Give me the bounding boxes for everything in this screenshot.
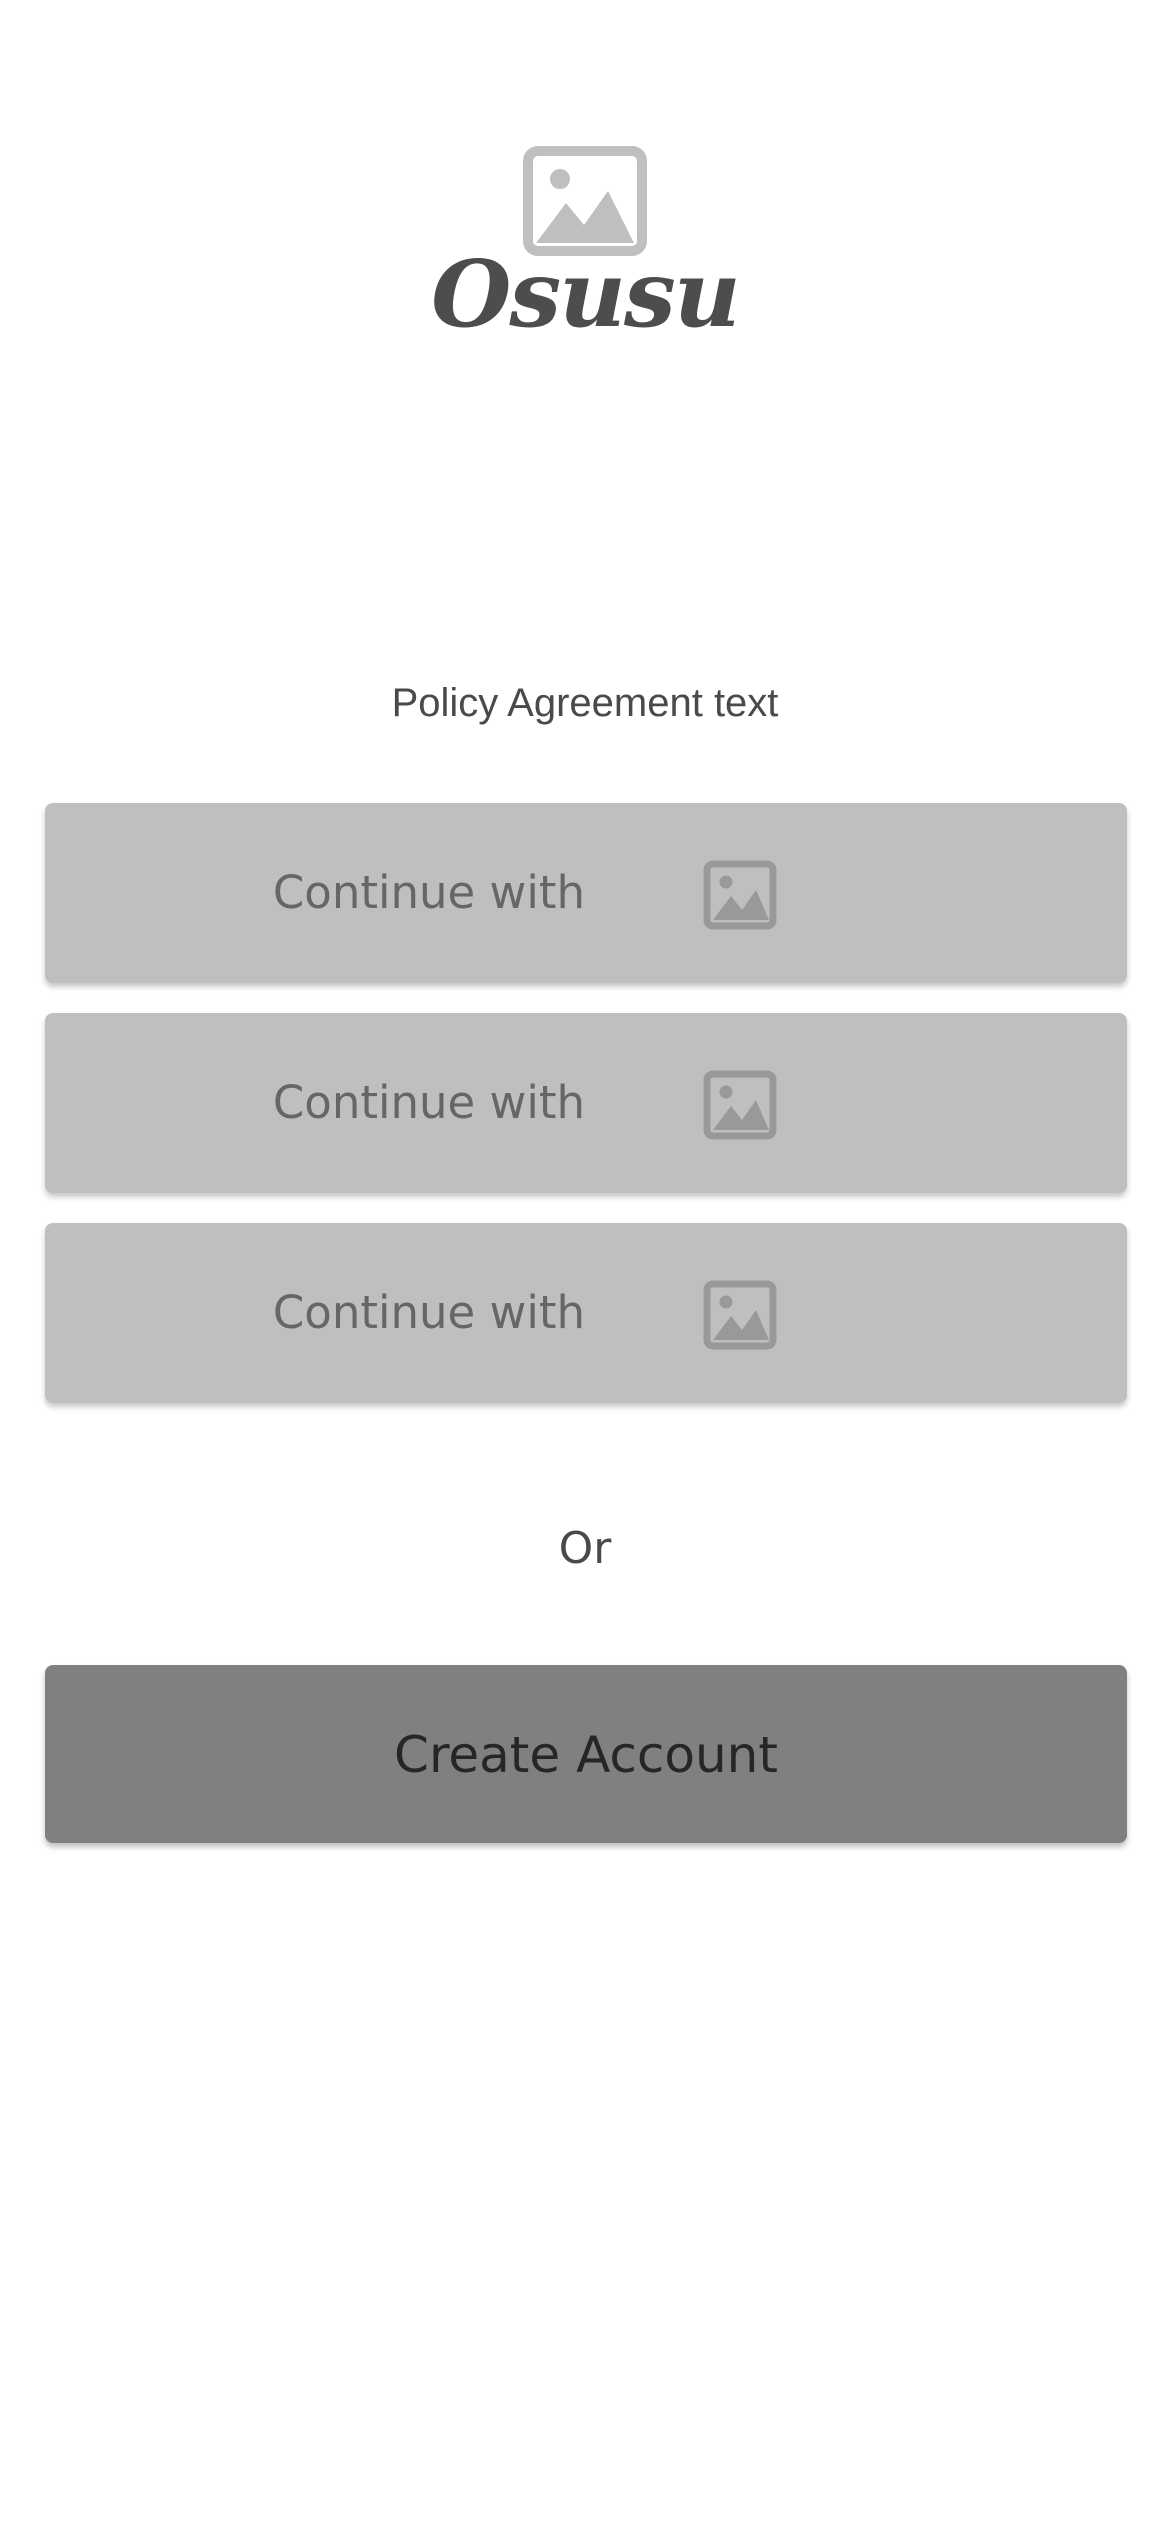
image-placeholder-icon — [703, 1280, 777, 1350]
continue-with-label: Continue with — [272, 866, 585, 919]
create-account-label: Create Account — [394, 1726, 778, 1784]
brand-name: Osusu — [431, 240, 741, 348]
continue-with-button-2[interactable]: Continue with — [45, 1013, 1127, 1193]
image-placeholder-icon — [703, 860, 777, 930]
continue-with-label: Continue with — [272, 1286, 585, 1339]
continue-with-label: Continue with — [272, 1076, 585, 1129]
or-divider-text: Or — [558, 1523, 612, 1574]
image-placeholder-icon — [703, 1070, 777, 1140]
create-account-button[interactable]: Create Account — [45, 1665, 1127, 1843]
policy-agreement-text[interactable]: Policy Agreement text — [0, 678, 1170, 728]
continue-with-button-3[interactable]: Continue with — [45, 1223, 1127, 1403]
continue-with-button-1[interactable]: Continue with — [45, 803, 1127, 983]
